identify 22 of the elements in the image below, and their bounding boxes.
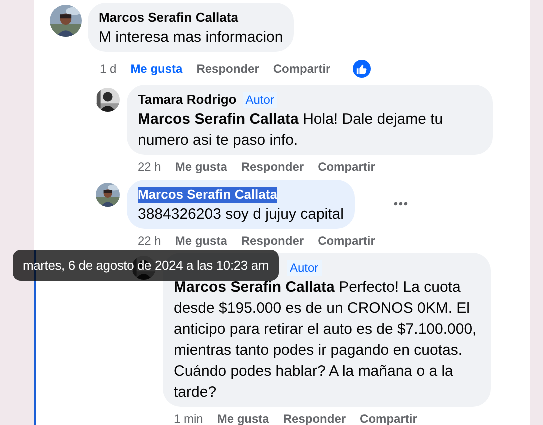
comment-text: Marcos Serafin Callata Perfecto! La cuota desde $195.000 es de un CRONOS 0KM. El anticipo para retirar el auto es de $7.100.000, mientras tanto podes ir pagando en cuotas. Cuándo podes hablar? A la mañana o a la tarde? — [174, 278, 478, 403]
tooltip: martes, 6 de agosto de 2024 a las 10:23 am — [13, 250, 279, 281]
comment-text: M interesa mas informacion — [99, 28, 284, 48]
share-link[interactable]: Compartir — [318, 159, 376, 175]
comment-text: 3884326203 soy d jujuy capital — [138, 205, 344, 225]
author-name[interactable]: Tamara Rodrigo — [138, 92, 237, 108]
author-badge: Autor — [242, 92, 278, 108]
reply-link[interactable]: Responder — [241, 159, 304, 175]
share-link[interactable]: Compartir — [318, 233, 376, 249]
like-link[interactable]: Me gusta — [130, 61, 183, 77]
like-link[interactable]: Me gusta — [175, 159, 228, 175]
reply-link[interactable]: Responder — [241, 233, 304, 249]
comment-text: Marcos Serafin Callata Hola! Dale dejame tu numero asi te paso info. — [138, 110, 444, 151]
timestamp[interactable]: 1 d — [100, 61, 117, 77]
timestamp[interactable]: 1 min — [174, 411, 204, 425]
timestamp[interactable]: 22 h — [138, 159, 162, 175]
reply-link[interactable]: Responder — [196, 61, 260, 77]
author-badge: Autor — [287, 260, 322, 276]
timestamp[interactable]: 22 h — [138, 233, 162, 249]
share-link[interactable]: Compartir — [273, 61, 331, 77]
author-name[interactable]: Marcos Serafin Callata — [99, 10, 238, 26]
like-link[interactable]: Me gusta — [175, 233, 228, 249]
